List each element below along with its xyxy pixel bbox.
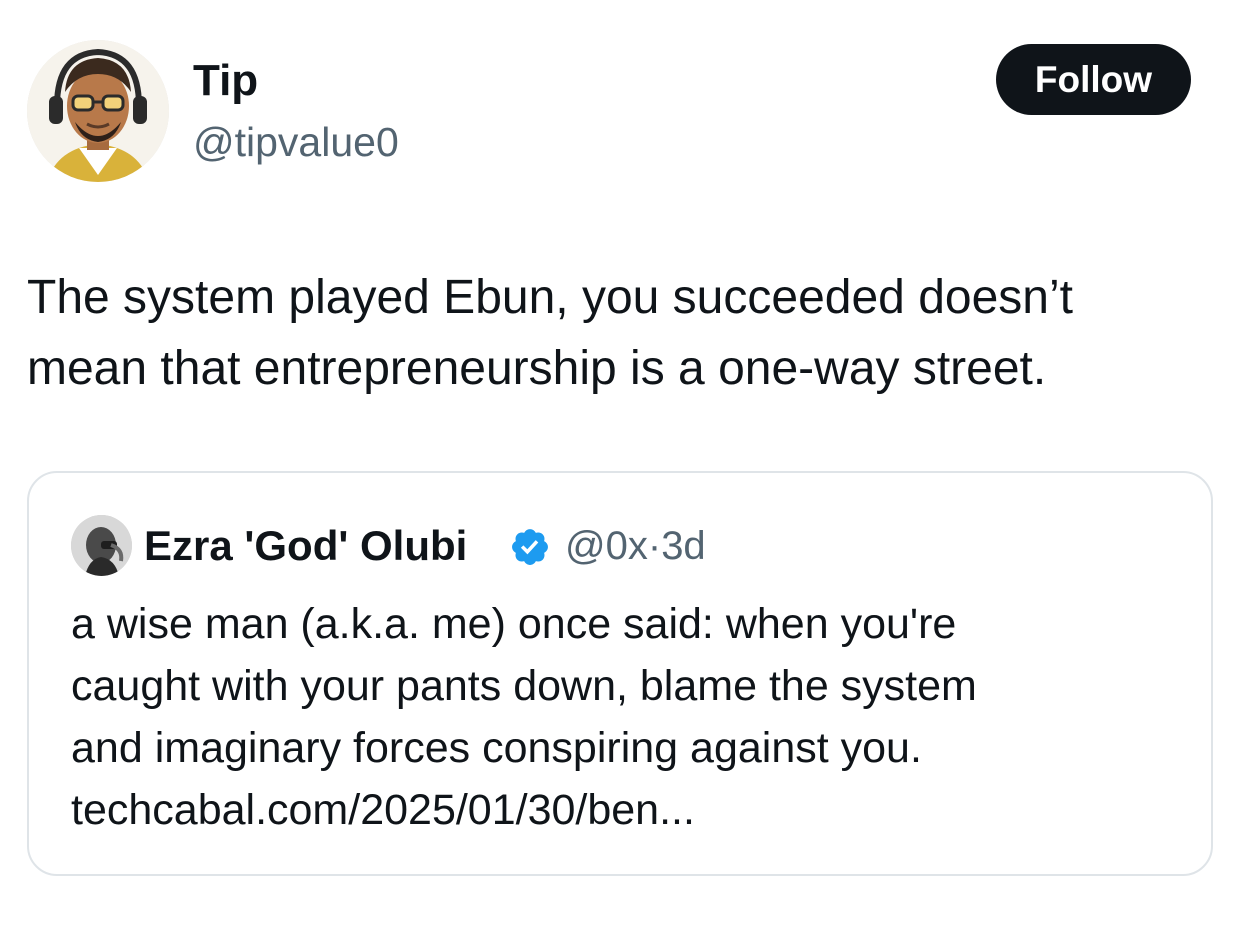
quoted-tweet-meta: @0x·3d [565,521,706,571]
quoted-avatar-photo-icon [71,515,132,576]
avatar-illustration-icon [27,40,169,182]
quoted-tweet-text: a wise man (a.k.a. me) once said: when y… [71,593,1191,841]
quoted-author-handle[interactable]: @0x [565,524,648,568]
quoted-text-line: and imaginary forces conspiring against … [71,724,922,772]
verified-badge-icon [512,529,548,565]
author-handle[interactable]: @tipvalue0 [193,118,399,166]
meta-separator: · [647,524,662,568]
quoted-author-avatar[interactable] [71,515,132,576]
quoted-author-name[interactable]: Ezra 'God' Olubi [144,521,467,571]
tweet-text-line: mean that entrepreneurship is a one-way … [27,342,1047,395]
quoted-text-line: caught with your pants down, blame the s… [71,662,977,710]
tweet-text: The system played Ebun, you succeeded do… [27,262,1217,404]
author-avatar[interactable] [27,40,169,182]
quoted-text-line: a wise man (a.k.a. me) once said: when y… [71,600,957,648]
tweet-text-line: The system played Ebun, you succeeded do… [27,271,1073,324]
quoted-tweet-link[interactable]: techcabal.com/2025/01/30/ben... [71,779,1191,841]
author-display-name[interactable]: Tip [193,55,258,107]
follow-button[interactable]: Follow [996,44,1191,115]
quoted-tweet-time[interactable]: 3d [661,524,706,568]
tweet-header: Tip @tipvalue0 Follow [0,0,1242,200]
quoted-tweet-card[interactable]: Ezra 'God' Olubi @0x·3d a wise man (a.k.… [27,471,1213,876]
